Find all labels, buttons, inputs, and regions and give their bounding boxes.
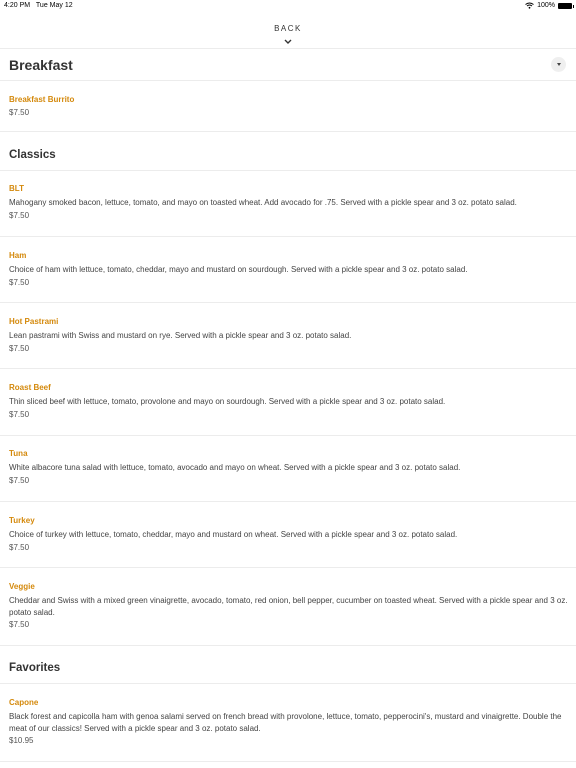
- battery-percent: 100%: [537, 2, 555, 9]
- item-description: Choice of ham with lettuce, tomato, ched…: [9, 265, 468, 274]
- menu-item-hot-pastrami[interactable]: Hot Pastrami Lean pastrami with Swiss an…: [9, 317, 569, 353]
- divider: [0, 170, 576, 171]
- menu-item-breakfast-burrito[interactable]: Breakfast Burrito $7.50: [9, 95, 569, 117]
- divider: [0, 683, 576, 684]
- section-title-classics: Classics: [9, 149, 56, 161]
- divider: [0, 761, 576, 762]
- menu-item-turkey[interactable]: Turkey Choice of turkey with lettuce, to…: [9, 516, 569, 552]
- item-description: Choice of turkey with lettuce, tomato, c…: [9, 530, 458, 539]
- item-name: Tuna: [9, 449, 28, 458]
- item-description: Black forest and capicolla ham with geno…: [9, 712, 562, 733]
- status-date: Tue May 12: [35, 2, 73, 9]
- item-name: Hot Pastrami: [9, 317, 59, 326]
- item-price: $7.50: [9, 409, 30, 419]
- status-right: 100%: [525, 2, 574, 9]
- item-price: $7.50: [9, 108, 30, 117]
- divider: [0, 501, 576, 502]
- item-price: $7.50: [9, 210, 30, 220]
- item-description: Lean pastrami with Swiss and mustard on …: [9, 331, 352, 340]
- section-dropdown-button[interactable]: [551, 57, 566, 72]
- menu-item-roast-beef[interactable]: Roast Beef Thin sliced beef with lettuce…: [9, 383, 569, 419]
- back-label: BACK: [274, 24, 302, 33]
- item-description: Thin sliced beef with lettuce, tomato, p…: [9, 397, 446, 406]
- divider: [0, 131, 576, 132]
- back-button[interactable]: BACK: [0, 18, 576, 46]
- divider: [0, 236, 576, 237]
- item-name: Roast Beef: [9, 383, 51, 392]
- item-price: $7.50: [9, 277, 30, 287]
- battery-icon: [558, 2, 574, 9]
- divider: [0, 48, 576, 49]
- item-price: $7.50: [9, 475, 30, 485]
- item-description: White albacore tuna salad with lettuce, …: [9, 463, 461, 472]
- divider: [0, 645, 576, 646]
- item-price: $7.50: [9, 620, 30, 629]
- item-name: Turkey: [9, 516, 35, 525]
- divider: [0, 368, 576, 369]
- divider: [0, 435, 576, 436]
- divider: [0, 80, 576, 81]
- status-bar: 4:20 PM Tue May 12 100%: [0, 0, 576, 13]
- menu-item-tuna[interactable]: Tuna White albacore tuna salad with lett…: [9, 449, 569, 485]
- item-price: $7.50: [9, 343, 30, 353]
- item-price: $7.50: [9, 542, 30, 552]
- status-time: 4:20 PM: [4, 2, 31, 9]
- divider: [0, 567, 576, 568]
- item-description: Cheddar and Swiss with a mixed green vin…: [9, 596, 568, 617]
- chevron-down-icon: [284, 39, 292, 44]
- menu-item-ham[interactable]: Ham Choice of ham with lettuce, tomato, …: [9, 251, 569, 287]
- divider: [0, 302, 576, 303]
- item-name: Capone: [9, 698, 39, 707]
- section-title-breakfast: Breakfast: [9, 57, 73, 73]
- menu-item-capone[interactable]: Capone Black forest and capicolla ham wi…: [9, 698, 569, 745]
- item-name: Veggie: [9, 582, 35, 591]
- item-name: Breakfast Burrito: [9, 95, 75, 104]
- item-description: Mahogany smoked bacon, lettuce, tomato, …: [9, 198, 517, 207]
- section-title-favorites: Favorites: [9, 662, 61, 674]
- item-name: BLT: [9, 184, 24, 193]
- item-name: Ham: [9, 251, 27, 260]
- menu-item-veggie[interactable]: Veggie Cheddar and Swiss with a mixed gr…: [9, 582, 569, 629]
- caret-down-icon: [556, 63, 561, 66]
- item-price: $10.95: [9, 736, 34, 745]
- menu-item-blt[interactable]: BLT Mahogany smoked bacon, lettuce, toma…: [9, 184, 569, 220]
- status-left: 4:20 PM Tue May 12: [4, 2, 77, 9]
- wifi-icon: [525, 2, 534, 9]
